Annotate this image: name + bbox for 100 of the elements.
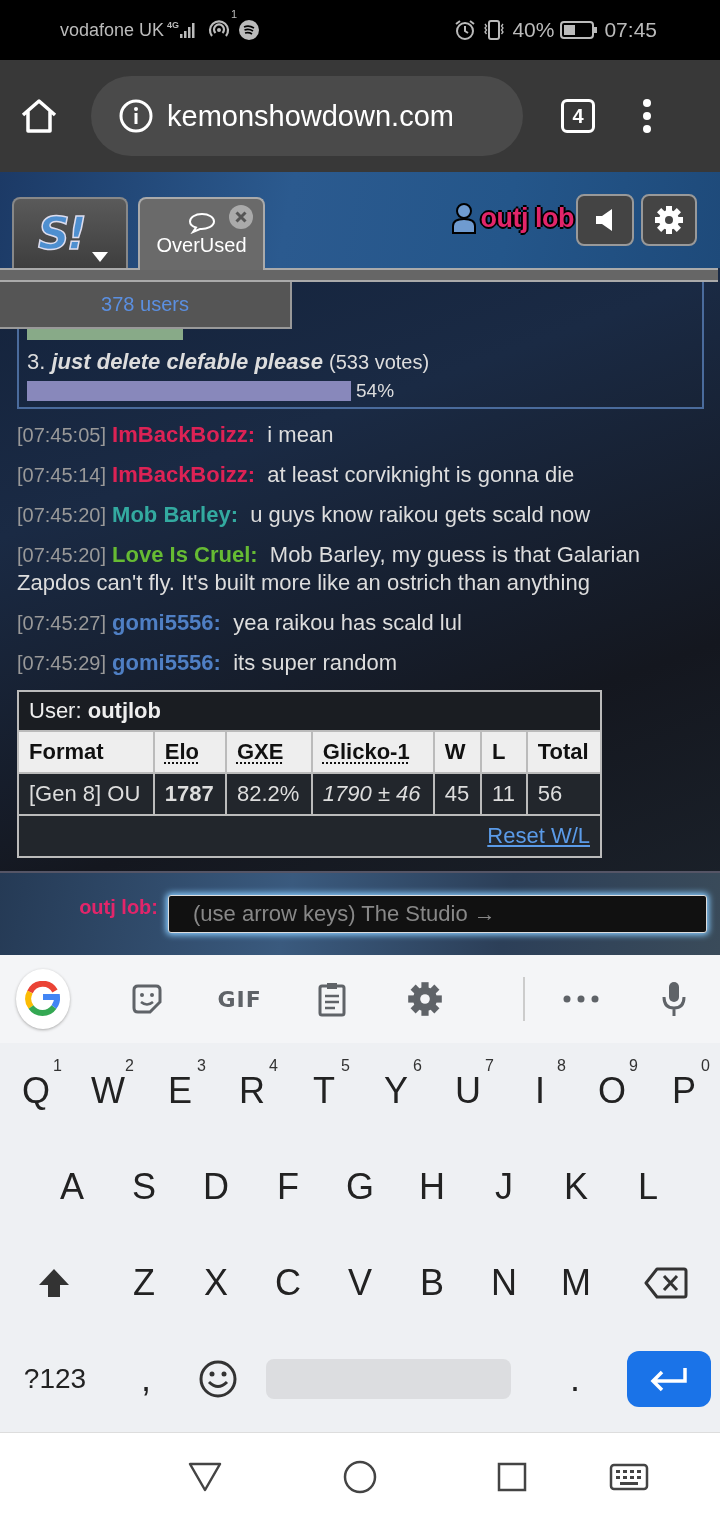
key-hint: 8 (557, 1057, 566, 1075)
battery-percent: 40% (512, 18, 555, 42)
table-cell: 1787 (153, 773, 226, 815)
keyboard-key[interactable]: E 3 (144, 1051, 216, 1131)
battery-icon (560, 20, 599, 40)
sound-button[interactable] (576, 194, 634, 246)
period-key[interactable]: . (539, 1339, 611, 1419)
key-hint: 5 (341, 1057, 350, 1075)
info-icon (119, 99, 153, 133)
poll-percent: 54% (356, 379, 395, 403)
signal-icon (179, 21, 198, 39)
table-cell: 11 (481, 773, 527, 815)
room-tab[interactable]: OverUsed (138, 197, 265, 270)
more-icon[interactable] (563, 995, 600, 1003)
keyboard-key[interactable]: F (252, 1147, 324, 1227)
keyboard-key[interactable]: Z (108, 1243, 180, 1323)
key-hint: 7 (485, 1057, 494, 1075)
table-cell: 82.2% (225, 773, 312, 815)
keyboard-key[interactable]: X (180, 1243, 252, 1323)
enter-key[interactable] (627, 1351, 711, 1407)
symbols-key[interactable]: ?123 (0, 1339, 110, 1419)
keyboard-key[interactable]: G (324, 1147, 396, 1227)
shift-icon (38, 1268, 70, 1298)
key-hint: 3 (197, 1057, 206, 1075)
comma-key[interactable]: , (110, 1339, 182, 1419)
chat-message: [07:45:20] Love Is Cruel: Mob Barley, my guess is that Galarian Zapdos can't fly. It's built more like an ostrich than anything (17, 541, 641, 597)
key-hint: 2 (125, 1057, 134, 1075)
settings-icon (654, 205, 684, 235)
keyboard-key[interactable]: J (468, 1147, 540, 1227)
column-header: L (481, 731, 527, 773)
settings-button[interactable] (641, 194, 697, 246)
emoji-icon (198, 1359, 238, 1399)
music-app-icon (239, 20, 260, 40)
keyboard-key[interactable]: I 8 (504, 1051, 576, 1131)
user-icon (450, 202, 477, 234)
notification-count: 1 (231, 8, 238, 20)
column-header: Elo (153, 731, 226, 773)
keyboard-key[interactable]: R 4 (216, 1051, 288, 1131)
keyboard-key[interactable]: W 2 (72, 1051, 144, 1131)
keyboard-key[interactable]: T 5 (288, 1051, 360, 1131)
table-cell: 56 (526, 773, 601, 815)
chat-message: [07:45:27] gomi5556: yea raikou has scald lul (17, 609, 463, 637)
address-bar[interactable]: kemonshowdown.com (91, 76, 523, 156)
chat-bubble-icon (187, 212, 216, 234)
g-logo-icon (24, 981, 61, 1017)
keyboard-key[interactable]: D (180, 1147, 252, 1227)
table-cell: 1790 ± 46 (311, 773, 434, 815)
column-header: Total (526, 731, 601, 773)
keyboard-key[interactable]: O 9 (576, 1051, 648, 1131)
home-icon[interactable] (343, 1459, 377, 1494)
keyboard-key[interactable]: N (468, 1243, 540, 1323)
keyboard-key[interactable]: Y 6 (360, 1051, 432, 1131)
keyboard-key[interactable]: B (396, 1243, 468, 1323)
keyboard-key[interactable]: L (612, 1147, 684, 1227)
caret-icon (92, 252, 108, 262)
keyboard-icon[interactable] (609, 1462, 649, 1491)
key-hint: 1 (53, 1057, 62, 1075)
backspace-icon (644, 1267, 688, 1299)
back-icon[interactable] (188, 1461, 222, 1492)
logo-text: S! (38, 208, 84, 259)
enter-icon (649, 1366, 689, 1392)
keyboard-key[interactable]: V (324, 1243, 396, 1323)
keyboard-key[interactable]: S (108, 1147, 180, 1227)
column-header: Format (18, 731, 154, 773)
reset-link[interactable]: Reset W/L (487, 823, 590, 848)
chat-message: [07:45:14] ImBackBoizz: at least corviknight is gonna die (17, 461, 576, 489)
chat-label: outj lob: (78, 895, 158, 919)
column-header: GXE (225, 731, 312, 773)
key-hint: 4 (269, 1057, 278, 1075)
clipboard-icon[interactable] (317, 981, 348, 1017)
keyboard-key[interactable]: K (540, 1147, 612, 1227)
network-type: 4G (167, 20, 180, 30)
table-cell: 45 (433, 773, 482, 815)
google-button[interactable] (16, 969, 70, 1029)
user-caption: User: outjlob (18, 691, 601, 731)
key-hint: 9 (629, 1057, 638, 1075)
close-icon[interactable] (229, 205, 253, 229)
chat-message: [07:45:05] ImBackBoizz: i mean (17, 421, 335, 449)
carrier-name: vodafone UK (60, 19, 165, 41)
recents-icon[interactable] (497, 1461, 527, 1492)
menu-icon[interactable] (642, 98, 652, 134)
gif-button[interactable]: GIF (217, 986, 262, 1012)
settings-icon[interactable] (406, 981, 443, 1017)
microphone-icon[interactable] (660, 980, 687, 1018)
key-hint: 0 (701, 1057, 710, 1075)
keyboard-key[interactable]: A (36, 1147, 108, 1227)
tab-count-button[interactable]: 4 (561, 99, 595, 133)
keyboard-key[interactable]: H (396, 1147, 468, 1227)
keyboard-key[interactable]: C (252, 1243, 324, 1323)
keyboard-key[interactable]: M (540, 1243, 612, 1323)
keyboard-key[interactable]: P 0 (648, 1051, 720, 1131)
keyboard-key[interactable]: U 7 (432, 1051, 504, 1131)
alarm-icon (454, 19, 477, 41)
chat-message: [07:45:20] Mob Barley: u guys know raikou gets scald now (17, 501, 592, 529)
chat-input[interactable]: (use arrow keys) The Studio → (168, 895, 707, 933)
column-header: Glicko-1 (311, 731, 434, 773)
table-cell: [Gen 8] OU (18, 773, 154, 815)
sticker-icon[interactable] (130, 982, 165, 1016)
keyboard-key[interactable]: Q 1 (0, 1051, 72, 1131)
chat-message: [07:45:29] gomi5556: its super random (17, 649, 398, 677)
